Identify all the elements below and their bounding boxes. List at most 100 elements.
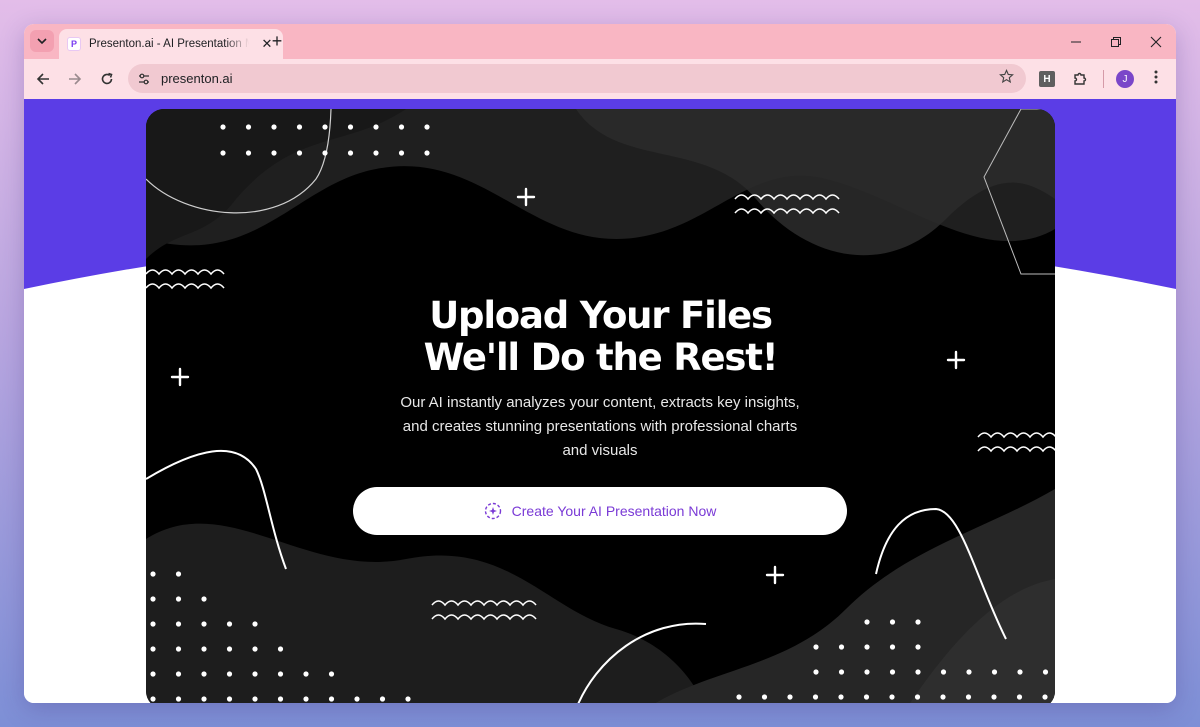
decor-dot (940, 694, 946, 700)
decor-dot (201, 621, 207, 627)
decor-dot (813, 669, 819, 675)
toolbar-separator (1103, 70, 1104, 88)
tab-title: Presenton.ai - AI Presentation Maker (89, 38, 249, 50)
decor-dot (1042, 694, 1048, 700)
decor-dot (201, 696, 207, 702)
restore-button[interactable] (1096, 24, 1136, 59)
decor-dot (424, 150, 430, 156)
address-bar[interactable]: presenton.ai (128, 64, 1026, 93)
decor-dot (296, 124, 303, 130)
decor-dot (175, 646, 182, 652)
close-icon (1150, 36, 1162, 47)
hero-title-line-2: We'll Do the Rest! (423, 336, 779, 379)
extension-h-icon[interactable]: H (1039, 71, 1055, 87)
decor-dot (226, 646, 233, 652)
decor-dot (226, 696, 233, 702)
tab-strip: P Presenton.ai - AI Presentation Maker ✕… (24, 24, 1176, 59)
window-controls (1056, 24, 1176, 59)
profile-avatar[interactable]: J (1116, 70, 1134, 88)
minimize-icon (1071, 41, 1081, 42)
more-vert-icon (1154, 70, 1158, 83)
decor-wave (977, 432, 1055, 439)
decor-dot (889, 619, 896, 625)
decor-dot (1016, 694, 1023, 700)
decor-dot (277, 696, 284, 702)
decor-dot (398, 150, 405, 156)
close-window-button[interactable] (1136, 24, 1176, 59)
decor-dot (150, 646, 156, 652)
decor-plus-icon (765, 565, 785, 585)
decor-dot (322, 124, 328, 130)
decor-dot (220, 150, 226, 156)
decor-dot (150, 596, 156, 602)
reload-button[interactable] (92, 64, 122, 94)
decor-dot (373, 124, 379, 130)
decor-dot (1042, 669, 1049, 675)
decor-dot (863, 694, 870, 700)
new-tab-button[interactable]: + (266, 30, 288, 52)
decor-dot (303, 696, 309, 702)
decor-dot (303, 671, 309, 677)
decor-dot (736, 694, 742, 700)
decor-dot (328, 671, 335, 677)
forward-button[interactable] (60, 64, 90, 94)
presenton-favicon-icon: P (67, 37, 81, 51)
decor-dot (175, 671, 182, 677)
decor-dot (889, 694, 895, 700)
hero-title-line-1: Upload Your Files (429, 294, 773, 337)
decor-dot (201, 596, 207, 602)
create-presentation-label: Create Your AI Presentation Now (511, 503, 717, 519)
create-presentation-button[interactable]: Create Your AI Presentation Now (353, 487, 847, 535)
browser-window: P Presenton.ai - AI Presentation Maker ✕… (24, 24, 1176, 703)
decor-dot (405, 696, 411, 702)
decor-dot (322, 150, 328, 156)
decor-dot (150, 696, 156, 702)
decor-dot (150, 671, 156, 677)
hero-subtitle: Our AI instantly analyzes your content, … (400, 394, 800, 459)
browser-toolbar: presenton.ai H J (24, 59, 1176, 99)
decor-dot (175, 696, 182, 702)
decor-dot (940, 669, 947, 675)
site-info-button[interactable] (133, 68, 155, 90)
decor-dot (838, 694, 844, 700)
decor-dot (991, 669, 998, 675)
star-icon (999, 69, 1014, 84)
decor-dot (328, 696, 335, 702)
decor-dot (864, 619, 870, 625)
decor-dot (277, 646, 284, 652)
minimize-button[interactable] (1056, 24, 1096, 59)
tab-presenton[interactable]: P Presenton.ai - AI Presentation Maker ✕ (59, 29, 283, 59)
decor-dot (914, 694, 921, 700)
decor-dot (220, 124, 226, 130)
reload-icon (101, 72, 113, 85)
decor-dot (252, 671, 258, 677)
decor-dot (175, 621, 182, 627)
decor-dot (277, 671, 284, 677)
back-button[interactable] (28, 64, 58, 94)
back-arrow-icon (36, 73, 49, 85)
bookmark-star-icon[interactable] (999, 69, 1014, 88)
decor-dot (252, 696, 258, 702)
decor-dot (812, 694, 819, 700)
tab-search-button[interactable] (30, 30, 54, 52)
decor-dot (201, 671, 207, 677)
decor-dot (226, 621, 233, 627)
sparkle-circle-icon (484, 502, 501, 520)
decor-dot (175, 596, 182, 602)
restore-icon (1111, 36, 1121, 47)
browser-menu-button[interactable] (1148, 70, 1164, 89)
decor-dot (864, 644, 870, 650)
decor-dot (991, 694, 997, 700)
forward-arrow-icon (69, 73, 82, 85)
extensions-button[interactable] (1071, 70, 1089, 88)
decor-dot (965, 694, 972, 700)
decor-wave (977, 446, 1055, 453)
tune-icon (139, 73, 149, 84)
decor-dot (889, 669, 896, 675)
puzzle-icon (1074, 72, 1087, 85)
page-viewport: Upload Your Files We'll Do the Rest! Our… (24, 99, 1176, 703)
decor-dot (1017, 669, 1023, 675)
decor-dot (915, 644, 921, 650)
decor-dot (175, 571, 182, 577)
decor-dot (379, 696, 386, 702)
